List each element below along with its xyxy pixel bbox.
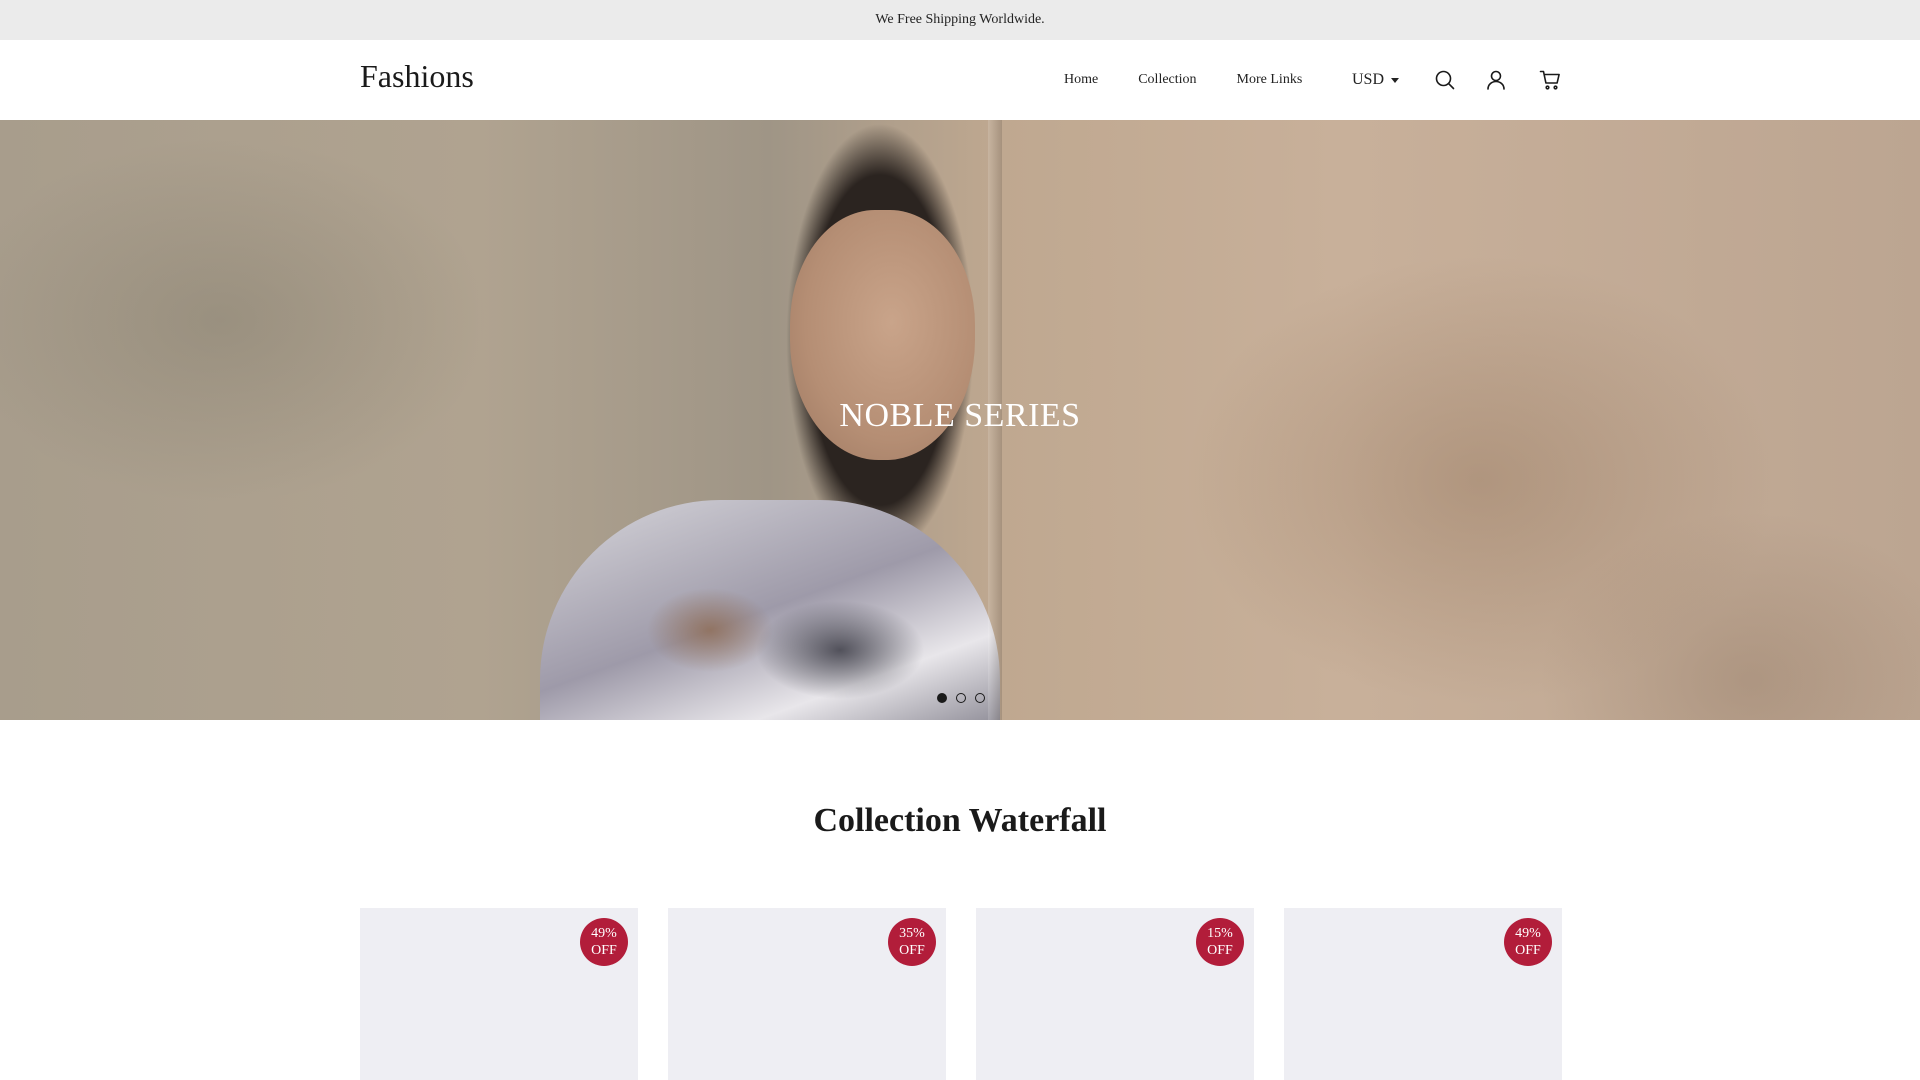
site-logo[interactable]: Fashions [360,58,474,95]
hero-title: NOBLE SERIES [839,397,1081,434]
discount-badge: 49% OFF [580,918,628,966]
discount-off-label: OFF [1207,943,1233,958]
discount-off-label: OFF [1515,943,1541,958]
product-card[interactable]: 49% OFF [1284,908,1562,1080]
discount-badge: 35% OFF [888,918,936,966]
product-card[interactable]: 15% OFF [976,908,1254,1080]
discount-off-label: OFF [899,943,925,958]
announcement-bar: We Free Shipping Worldwide. [0,0,1920,40]
slider-dot-1[interactable] [937,693,947,703]
main-nav: Home Collection More Links [1064,40,1302,120]
discount-off-label: OFF [591,943,617,958]
nav-collection[interactable]: Collection [1138,72,1196,88]
announcement-text: We Free Shipping Worldwide. [875,12,1045,27]
discount-value: 35% [899,926,925,941]
site-header: Fashions Home Collection More Links USD [0,40,1920,120]
discount-value: 49% [591,926,617,941]
discount-badge: 49% OFF [1504,918,1552,966]
product-card[interactable]: 35% OFF [668,908,946,1080]
currency-selector[interactable]: USD [1352,40,1400,120]
nav-home[interactable]: Home [1064,72,1098,88]
section-title: Collection Waterfall [813,802,1107,839]
search-icon[interactable] [1433,68,1457,92]
caret-down-icon [1391,78,1400,83]
account-icon[interactable] [1484,68,1508,92]
slider-dot-2[interactable] [956,693,966,703]
cart-icon[interactable] [1538,68,1562,92]
hero-banner[interactable]: NOBLE SERIES [0,120,1920,720]
discount-value: 15% [1207,926,1233,941]
nav-more-links[interactable]: More Links [1237,72,1303,88]
slider-dot-3[interactable] [975,693,985,703]
product-grid: 49% OFF 35% OFF 15% OFF 49% OFF [360,908,1562,1080]
currency-label: USD [1352,71,1385,88]
discount-value: 49% [1515,926,1541,941]
product-card[interactable]: 49% OFF [360,908,638,1080]
slider-dots [937,693,985,703]
discount-badge: 15% OFF [1196,918,1244,966]
